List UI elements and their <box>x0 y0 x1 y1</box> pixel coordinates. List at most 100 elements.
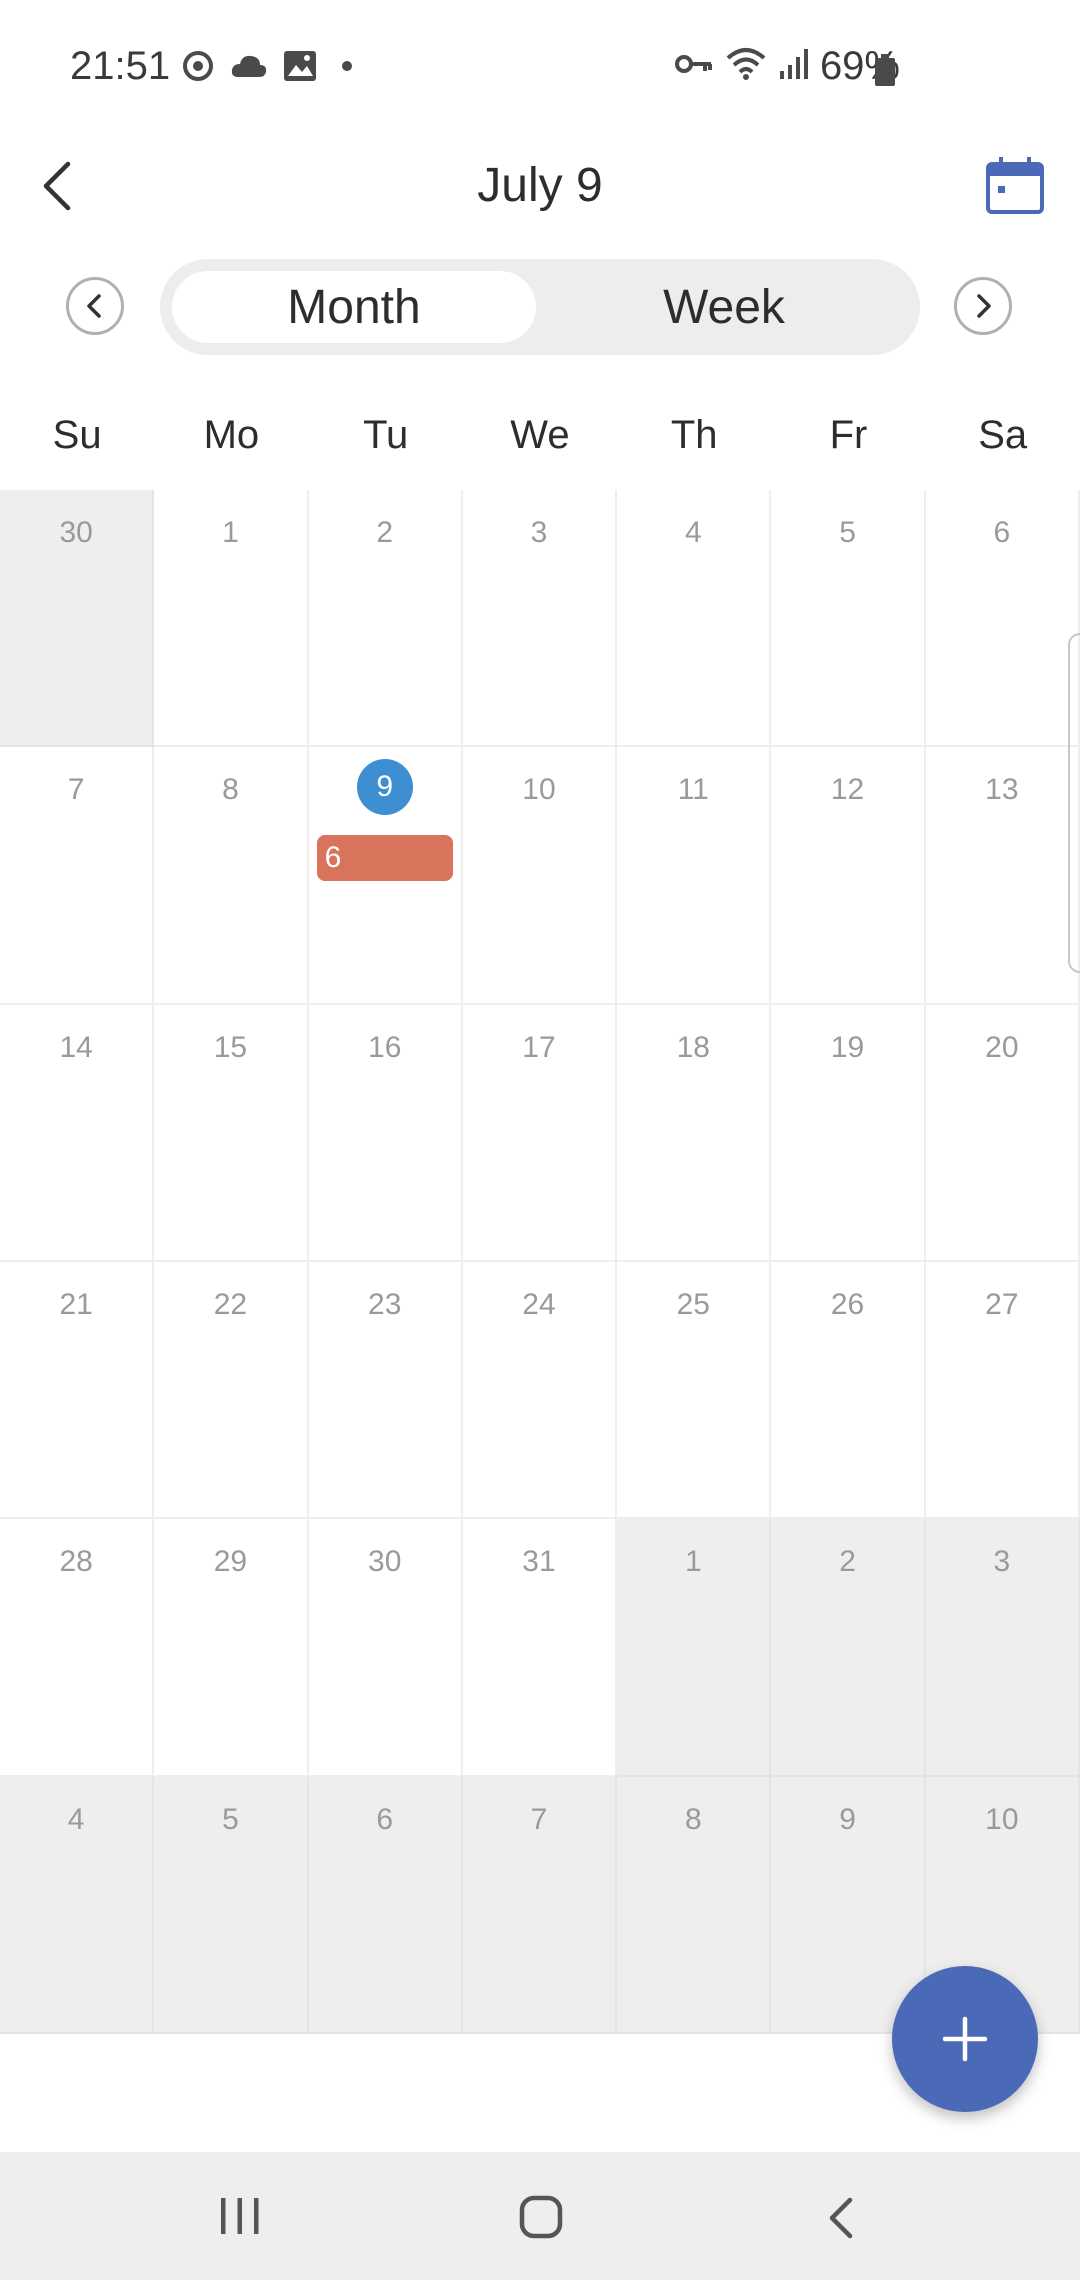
day-cell[interactable]: 4 <box>0 1776 155 2034</box>
signal-icon <box>778 47 810 86</box>
day-cell[interactable]: 14 <box>0 1004 155 1262</box>
day-cell[interactable]: 11 <box>617 747 772 1005</box>
key-icon <box>674 49 714 84</box>
chevron-left-icon <box>87 294 101 318</box>
day-cell[interactable]: 20 <box>925 1004 1080 1262</box>
day-cell[interactable]: 2 <box>771 1519 926 1777</box>
status-time: 21:51 <box>70 44 171 88</box>
view-mode-switcher: Month Week <box>160 259 920 355</box>
day-cell[interactable]: 6 <box>925 490 1080 748</box>
day-number: 21 <box>59 1287 93 1321</box>
day-number: 2 <box>839 1545 856 1579</box>
day-number: 7 <box>67 773 85 807</box>
day-cell[interactable]: 10 <box>462 747 618 1005</box>
day-number: 6 <box>376 1802 394 1836</box>
day-cell[interactable]: 26 <box>771 1261 926 1520</box>
day-cell[interactable]: 19 <box>771 1004 926 1262</box>
today-calendar-button[interactable] <box>984 155 1046 217</box>
day-number: 16 <box>368 1030 402 1064</box>
tab-month[interactable]: Month <box>172 271 536 343</box>
recents-button[interactable] <box>218 2196 262 2241</box>
calendar-icon <box>986 157 1044 214</box>
nav-back-icon <box>829 2197 853 2239</box>
day-cell[interactable]: 18 <box>617 1004 772 1262</box>
day-cell[interactable]: 23 <box>308 1261 463 1520</box>
day-cell[interactable]: 96 <box>308 747 463 1005</box>
add-event-button[interactable] <box>892 1966 1038 2112</box>
event-chip[interactable]: 6 <box>316 835 453 882</box>
day-number: 22 <box>213 1287 248 1321</box>
day-number: 17 <box>522 1030 556 1064</box>
day-number: 23 <box>368 1287 402 1321</box>
day-number: 14 <box>59 1030 93 1064</box>
notification-icons <box>180 48 362 89</box>
day-cell[interactable]: 27 <box>925 1261 1080 1520</box>
plus-icon <box>942 2016 988 2062</box>
day-cell[interactable]: 17 <box>462 1004 618 1262</box>
edge-panel-handle[interactable] <box>1068 633 1080 973</box>
day-number: 6 <box>993 516 1011 549</box>
day-cell[interactable]: 30 <box>308 1519 463 1777</box>
day-cell[interactable]: 5 <box>154 1776 309 2034</box>
day-cell[interactable]: 12 <box>771 747 926 1005</box>
day-cell[interactable]: 24 <box>462 1261 618 1520</box>
nav-back-button[interactable] <box>826 2196 856 2245</box>
day-cell[interactable]: 21 <box>0 1261 155 1520</box>
day-cell[interactable]: 7 <box>462 1776 618 2034</box>
weekday-label: Sa <box>978 413 1028 457</box>
weekday-label: Fr <box>829 413 868 457</box>
cloud-icon <box>230 51 268 86</box>
day-cell[interactable]: 13 <box>925 747 1080 1005</box>
day-number: 11 <box>677 773 709 807</box>
day-cell[interactable]: 15 <box>154 1004 309 1262</box>
day-cell[interactable]: 16 <box>308 1004 463 1262</box>
day-number: 13 <box>985 773 1019 807</box>
day-number: 12 <box>830 773 865 807</box>
day-number: 15 <box>213 1030 248 1064</box>
day-cell[interactable]: 30 <box>0 490 155 748</box>
day-number: 19 <box>830 1030 865 1064</box>
day-cell[interactable]: 9 <box>771 1776 926 2034</box>
day-cell[interactable]: 4 <box>617 490 772 748</box>
day-cell[interactable]: 31 <box>462 1519 618 1777</box>
day-number: 24 <box>522 1287 556 1321</box>
day-number: 3 <box>993 1545 1011 1579</box>
day-cell[interactable]: 1 <box>154 490 309 748</box>
weekday-header: Su Mo Tu We Th Fr Sa <box>0 400 1080 490</box>
weekday-label: We <box>510 413 570 457</box>
notification-dot-icon <box>332 51 362 86</box>
battery-icon <box>874 54 896 91</box>
day-cell[interactable]: 29 <box>154 1519 309 1777</box>
day-cell[interactable]: 2 <box>308 490 463 748</box>
day-number: 9 <box>839 1802 856 1836</box>
day-cell[interactable]: 7 <box>0 747 155 1005</box>
day-number: 29 <box>213 1545 248 1579</box>
tab-week[interactable]: Week <box>540 271 908 343</box>
previous-month-button[interactable] <box>66 277 124 335</box>
day-cell[interactable]: 22 <box>154 1261 309 1520</box>
system-navigation-bar <box>0 2152 1080 2280</box>
weekday-label: Th <box>670 413 718 457</box>
day-cell[interactable]: 1 <box>617 1519 772 1777</box>
day-number: 18 <box>676 1030 710 1064</box>
day-cell[interactable]: 5 <box>771 490 926 748</box>
day-cell[interactable]: 25 <box>617 1261 772 1520</box>
day-cell[interactable]: 28 <box>0 1519 155 1777</box>
weekday-label: Su <box>52 413 102 457</box>
home-button[interactable] <box>518 2194 564 2245</box>
day-number: 3 <box>530 516 548 549</box>
day-cell[interactable]: 8 <box>154 747 309 1005</box>
day-number: 26 <box>830 1287 865 1321</box>
day-number: 5 <box>222 1802 239 1836</box>
day-number: 1 <box>222 516 239 549</box>
day-cell[interactable]: 8 <box>617 1776 772 2034</box>
day-cell[interactable]: 3 <box>925 1519 1080 1777</box>
weekday-label: Tu <box>363 413 409 457</box>
next-month-button[interactable] <box>954 277 1012 335</box>
day-cell[interactable]: 3 <box>462 490 618 748</box>
day-number: 10 <box>522 773 556 807</box>
day-number: 4 <box>67 1802 85 1836</box>
day-cell[interactable]: 6 <box>308 1776 463 2034</box>
gallery-icon <box>282 49 318 88</box>
recents-icon <box>221 2198 259 2234</box>
